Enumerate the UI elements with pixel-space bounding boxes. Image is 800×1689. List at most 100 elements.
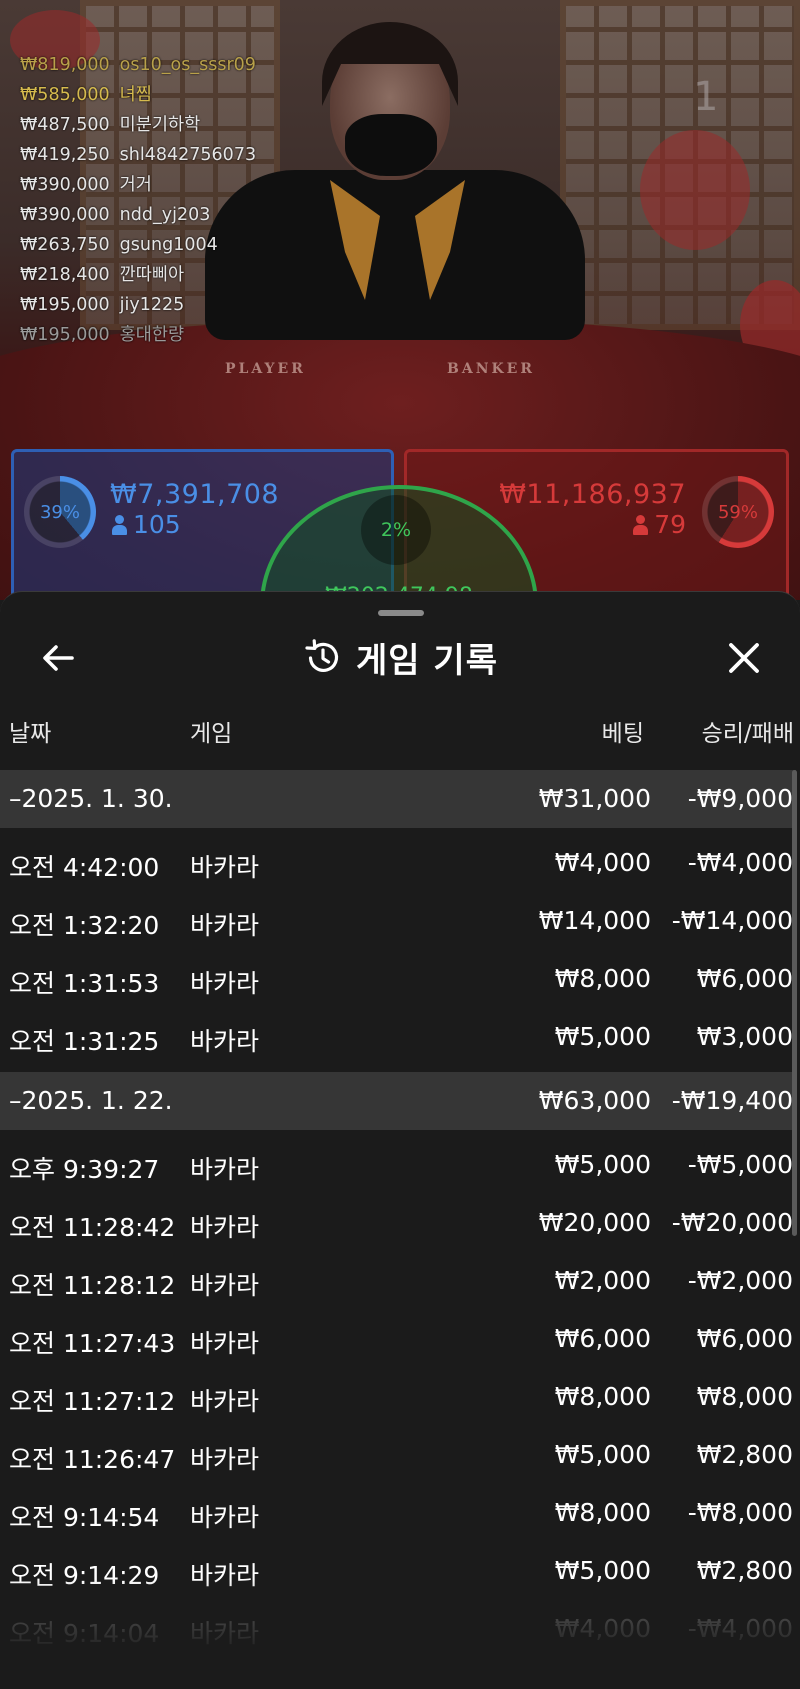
top-bet-user: 거거 bbox=[119, 175, 152, 195]
row-game: 바카라 bbox=[190, 969, 260, 998]
banker-percent-ring: 59% bbox=[702, 476, 774, 548]
history-row[interactable]: 오전 11:27:43 바카라 ₩6,000 ₩6,000 bbox=[0, 1310, 796, 1368]
top-bet-amount: ₩195,000 bbox=[20, 325, 110, 345]
date-group-row[interactable]: –2025. 1. 30. ₩31,000 -₩9,000 bbox=[0, 770, 796, 828]
row-game: 바카라 bbox=[190, 911, 260, 940]
row-time: 오전 11:27:43 bbox=[9, 1329, 176, 1358]
felt-label-player: PLAYER bbox=[225, 361, 306, 377]
felt-label-banker: BANKER bbox=[447, 361, 535, 377]
row-time: 오전 1:32:20 bbox=[9, 911, 160, 940]
row-game: 바카라 bbox=[190, 1329, 260, 1358]
column-header-bet: 베팅 bbox=[601, 721, 644, 747]
row-game: 바카라 bbox=[190, 1271, 260, 1300]
row-bet: ₩8,000 bbox=[554, 1382, 651, 1411]
history-row[interactable]: 오전 11:27:12 바카라 ₩8,000 ₩8,000 bbox=[0, 1368, 796, 1426]
banker-count: 79 bbox=[633, 510, 686, 539]
row-win-loss: -₩2,000 bbox=[687, 1266, 793, 1295]
top-bet-user: os10_os_sssr09 bbox=[119, 55, 256, 75]
blossom-decoration bbox=[640, 130, 750, 250]
history-row[interactable]: 오전 11:28:42 바카라 ₩20,000 -₩20,000 bbox=[0, 1194, 796, 1252]
group-bet-total: ₩31,000 bbox=[538, 784, 651, 813]
group-date: –2025. 1. 30. bbox=[9, 784, 173, 813]
row-time: 오전 11:28:42 bbox=[9, 1213, 176, 1242]
row-time: 오전 11:26:47 bbox=[9, 1445, 176, 1474]
row-win-loss: ₩6,000 bbox=[696, 1324, 793, 1353]
history-row[interactable]: 오후 9:39:27 바카라 ₩5,000 -₩5,000 bbox=[0, 1136, 796, 1194]
player-count: 105 bbox=[112, 510, 181, 539]
scrollbar[interactable] bbox=[792, 770, 797, 1236]
sheet-title: 게임 기록 bbox=[356, 640, 498, 681]
row-bet: ₩5,000 bbox=[554, 1022, 651, 1051]
top-bet-row: ₩390,000 거거 bbox=[20, 170, 256, 200]
history-row[interactable]: 오전 1:31:53 바카라 ₩8,000 ₩6,000 bbox=[0, 950, 796, 1008]
top-bets-list: ₩819,000 os10_os_sssr09 ₩585,000 녀찜 ₩487,500… bbox=[20, 50, 256, 350]
banker-bet-amount: ₩11,186,937 bbox=[499, 479, 686, 510]
history-row[interactable]: 오전 1:32:20 바카라 ₩14,000 -₩14,000 bbox=[0, 892, 796, 950]
row-time: 오전 11:28:12 bbox=[9, 1271, 176, 1300]
row-bet: ₩4,000 bbox=[554, 848, 651, 877]
round-number: 1 bbox=[693, 74, 719, 120]
player-bet-amount: ₩7,391,708 bbox=[110, 479, 280, 510]
history-row[interactable]: 오전 4:42:00 바카라 ₩4,000 -₩4,000 bbox=[0, 834, 796, 892]
history-row[interactable]: 오전 9:14:54 바카라 ₩8,000 -₩8,000 bbox=[0, 1484, 796, 1542]
group-win-loss-total: -₩9,000 bbox=[687, 784, 793, 813]
player-percent-ring: 39% bbox=[24, 476, 96, 548]
row-time: 오전 11:27:12 bbox=[9, 1387, 176, 1416]
row-win-loss: ₩2,800 bbox=[696, 1440, 793, 1469]
top-bet-user: 녀찜 bbox=[119, 85, 152, 105]
dealer-body bbox=[205, 170, 585, 340]
top-bet-amount: ₩263,750 bbox=[20, 235, 110, 255]
top-bet-row: ₩195,000 홍대한량 bbox=[20, 320, 256, 350]
top-bet-user: gsung1004 bbox=[119, 235, 218, 255]
top-bet-row: ₩819,000 os10_os_sssr09 bbox=[20, 50, 256, 80]
player-count-value: 105 bbox=[133, 510, 181, 539]
row-win-loss: -₩14,000 bbox=[671, 906, 793, 935]
row-bet: ₩5,000 bbox=[554, 1440, 651, 1469]
top-bet-amount: ₩419,250 bbox=[20, 145, 110, 165]
row-time: 오후 9:39:27 bbox=[9, 1155, 160, 1184]
row-bet: ₩8,000 bbox=[554, 964, 651, 993]
row-bet: ₩14,000 bbox=[538, 906, 651, 935]
list-fade-overlay bbox=[0, 1579, 800, 1689]
row-bet: ₩20,000 bbox=[538, 1208, 651, 1237]
group-date: –2025. 1. 22. bbox=[9, 1086, 173, 1115]
player-percent: 39% bbox=[39, 501, 80, 523]
top-bet-amount: ₩585,000 bbox=[20, 85, 110, 105]
column-header-game: 게임 bbox=[190, 721, 233, 747]
row-time: 오전 4:42:00 bbox=[9, 853, 160, 882]
row-time: 오전 1:31:53 bbox=[9, 969, 160, 998]
banker-percent: 59% bbox=[717, 501, 758, 523]
history-row[interactable]: 오전 1:31:25 바카라 ₩5,000 ₩3,000 bbox=[0, 1008, 796, 1066]
close-button[interactable] bbox=[722, 636, 766, 680]
row-bet: ₩2,000 bbox=[554, 1266, 651, 1295]
sheet-drag-handle[interactable] bbox=[378, 610, 424, 616]
row-win-loss: ₩3,000 bbox=[696, 1022, 793, 1051]
top-bet-user: 깐따삐아 bbox=[119, 265, 185, 285]
top-bet-amount: ₩819,000 bbox=[20, 55, 110, 75]
date-group-row[interactable]: –2025. 1. 22. ₩63,000 -₩19,400 bbox=[0, 1072, 796, 1130]
banker-count-value: 79 bbox=[654, 510, 686, 539]
row-game: 바카라 bbox=[190, 853, 260, 882]
top-bet-user: 미분기하학 bbox=[119, 115, 201, 135]
row-game: 바카라 bbox=[190, 1155, 260, 1184]
row-time: 오전 9:14:54 bbox=[9, 1503, 160, 1532]
tie-percent-ring: 2% bbox=[361, 495, 431, 565]
top-bet-row: ₩218,400 깐따삐아 bbox=[20, 260, 256, 290]
row-time: 오전 1:31:25 bbox=[9, 1027, 160, 1056]
row-bet: ₩5,000 bbox=[554, 1150, 651, 1179]
history-row[interactable]: 오전 11:28:12 바카라 ₩2,000 -₩2,000 bbox=[0, 1252, 796, 1310]
column-header-win-loss: 승리/패배 bbox=[701, 721, 794, 747]
column-header-date: 날짜 bbox=[9, 721, 52, 747]
row-win-loss: ₩8,000 bbox=[696, 1382, 793, 1411]
top-bet-user: jiy1225 bbox=[119, 295, 185, 315]
row-game: 바카라 bbox=[190, 1445, 260, 1474]
row-win-loss: ₩6,000 bbox=[696, 964, 793, 993]
game-history-sheet: 게임 기록 날짜 게임 베팅 승리/패배 –2025. 1. 30. ₩31,00… bbox=[0, 591, 800, 1689]
history-icon bbox=[305, 639, 339, 672]
history-table-header: 날짜 게임 베팅 승리/패배 bbox=[0, 704, 800, 750]
person-icon bbox=[633, 514, 649, 535]
row-win-loss: -₩8,000 bbox=[687, 1498, 793, 1527]
history-row[interactable]: 오전 11:26:47 바카라 ₩5,000 ₩2,800 bbox=[0, 1426, 796, 1484]
close-icon bbox=[729, 643, 759, 673]
row-bet: ₩8,000 bbox=[554, 1498, 651, 1527]
